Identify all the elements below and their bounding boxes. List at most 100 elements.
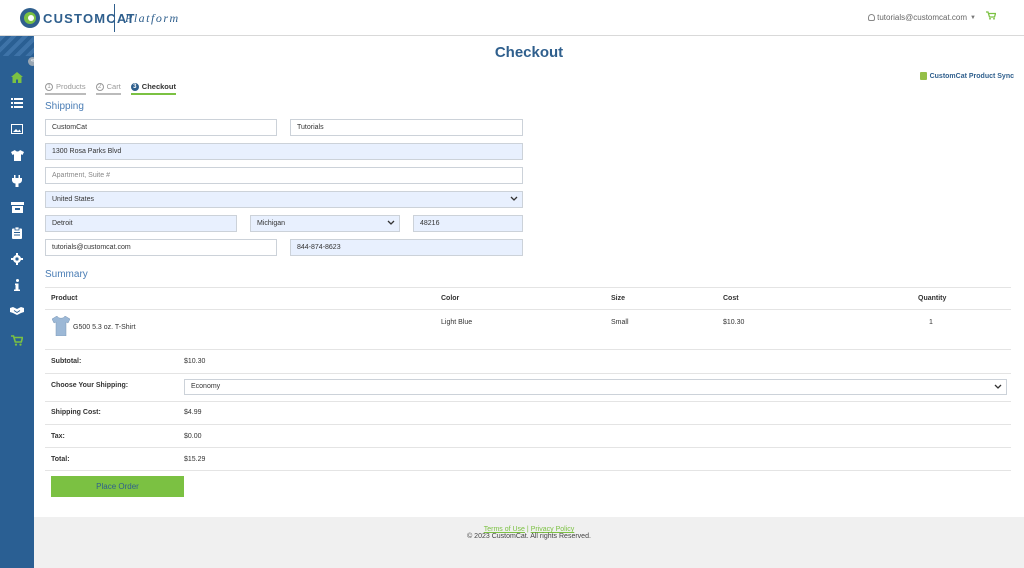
- checkout-steps: 1 Products 2 Cart 3 Checkout: [45, 82, 176, 95]
- address2-field[interactable]: Apartment, Suite #: [45, 167, 523, 184]
- step-products[interactable]: 1 Products: [45, 82, 86, 95]
- sidebar-item-list[interactable]: [0, 92, 34, 114]
- home-icon: [11, 71, 23, 83]
- gear-icon: [11, 253, 23, 265]
- country-select[interactable]: United States: [45, 191, 523, 208]
- top-header: CUSTOMCAT Platform tutorials@customcat.c…: [0, 0, 1024, 36]
- handshake-icon: [10, 306, 24, 315]
- sidebar-item-home[interactable]: [0, 66, 34, 88]
- zip-field[interactable]: 48216: [413, 215, 523, 232]
- address1-field[interactable]: 1300 Rosa Parks Blvd: [45, 143, 523, 160]
- chevron-down-icon: [994, 384, 1002, 389]
- city-field[interactable]: Detroit: [45, 215, 237, 232]
- total-label: Total:: [51, 456, 70, 463]
- sidebar-item-settings[interactable]: [0, 248, 34, 270]
- plug-icon: [12, 175, 22, 187]
- product-quantity: 1: [929, 319, 933, 326]
- step-number: 3: [130, 82, 139, 91]
- terms-link[interactable]: Terms of Use: [484, 526, 525, 533]
- subtotal-label: Subtotal:: [51, 358, 82, 365]
- shipping-cost-value: $4.99: [184, 409, 202, 416]
- product-cost: $10.30: [723, 319, 745, 326]
- step-checkout[interactable]: 3 Checkout: [130, 82, 176, 95]
- sidebar-stripe: [0, 36, 34, 56]
- user-email: tutorials@customcat.com: [877, 13, 968, 22]
- column-header-color: Color: [441, 295, 460, 302]
- state-select[interactable]: Michigan: [250, 215, 400, 232]
- product-color: Light Blue: [441, 319, 473, 326]
- product-sync-label: CustomCat Product Sync: [929, 72, 1014, 80]
- subtotal-row: Subtotal: $10.30: [45, 349, 1011, 373]
- column-header-cost: Cost: [723, 295, 739, 302]
- footer: Terms of Use | Privacy Policy © 2023 Cus…: [34, 517, 1024, 568]
- column-header-quantity: Quantity: [918, 295, 947, 302]
- clipboard-icon: [12, 227, 22, 239]
- first-name-field[interactable]: CustomCat: [45, 119, 277, 136]
- sidebar-item-store[interactable]: [0, 196, 34, 218]
- shipping-choice-label: Choose Your Shipping:: [51, 382, 129, 389]
- customcat-logo[interactable]: CUSTOMCAT: [20, 7, 136, 29]
- column-header-size: Size: [611, 295, 626, 302]
- shipping-cost-label: Shipping Cost:: [51, 409, 101, 416]
- shipping-title: Shipping: [45, 101, 84, 112]
- tax-label: Tax:: [51, 433, 65, 440]
- footer-links: Terms of Use | Privacy Policy: [34, 526, 1024, 533]
- country-value: United States: [52, 196, 95, 203]
- table-header-row: Product Color Size Cost Quantity: [45, 287, 1011, 309]
- step-label: Checkout: [141, 82, 176, 91]
- step-number: 2: [95, 82, 104, 91]
- chevron-down-icon: [387, 220, 395, 225]
- sidebar-item-integrations[interactable]: [0, 170, 34, 192]
- phone-field[interactable]: 844-874-8623: [290, 239, 523, 256]
- sidebar-item-cart[interactable]: [0, 329, 34, 351]
- summary-title: Summary: [45, 269, 88, 280]
- platform-label: Platform: [125, 11, 180, 25]
- product-sync-link[interactable]: CustomCat Product Sync: [919, 72, 1014, 80]
- step-number: 1: [45, 82, 53, 91]
- main-content: Checkout CustomCat Product Sync 1 Produc…: [34, 36, 1024, 517]
- product-size: Small: [611, 319, 629, 326]
- tshirt-thumbnail: [52, 316, 70, 336]
- sidebar-item-products[interactable]: [0, 144, 34, 166]
- state-value: Michigan: [257, 220, 286, 227]
- step-label: Cart: [106, 82, 121, 91]
- shipping-choice-row: Choose Your Shipping: Economy: [45, 373, 1011, 401]
- sidebar-item-orders[interactable]: [0, 222, 34, 244]
- cart-icon[interactable]: [986, 11, 997, 23]
- image-icon: [11, 124, 23, 134]
- sidebar-item-images[interactable]: [0, 118, 34, 140]
- info-icon: [14, 279, 20, 291]
- shipping-method-select[interactable]: Economy: [184, 379, 1007, 395]
- column-header-product: Product: [51, 295, 78, 302]
- last-name-field[interactable]: Tutorials: [290, 119, 523, 136]
- user-menu[interactable]: tutorials@customcat.com ▼: [868, 13, 976, 22]
- step-cart[interactable]: 2 Cart: [95, 82, 121, 95]
- copyright-text: © 2023 CustomCat. All rights Reserved.: [467, 533, 591, 540]
- shipping-cost-row: Shipping Cost: $4.99: [45, 401, 1011, 424]
- logo-divider: [114, 4, 115, 32]
- tax-row: Tax: $0.00: [45, 424, 1011, 447]
- privacy-link[interactable]: Privacy Policy: [531, 526, 575, 533]
- product-name: G500 5.3 oz. T-Shirt: [73, 324, 136, 331]
- email-field[interactable]: tutorials@customcat.com: [45, 239, 277, 256]
- tax-value: $0.00: [184, 433, 202, 440]
- place-order-button[interactable]: Place Order: [51, 476, 184, 497]
- footer-separator: |: [526, 526, 529, 533]
- chevron-down-icon: [510, 196, 518, 201]
- total-row: Total: $15.29: [45, 447, 1011, 471]
- subtotal-value: $10.30: [184, 358, 206, 365]
- sidebar: «: [0, 36, 37, 568]
- chevron-down-icon: ▼: [970, 14, 976, 21]
- shipping-method-value: Economy: [191, 383, 221, 390]
- page-title: Checkout: [494, 44, 564, 61]
- shopify-bag-icon: [919, 72, 927, 80]
- sidebar-item-info[interactable]: [0, 274, 34, 296]
- tshirt-icon: [10, 149, 24, 161]
- table-row: G500 5.3 oz. T-Shirt Light Blue Small $1…: [45, 309, 1011, 349]
- logo-mark-icon: [20, 8, 40, 28]
- cart-icon: [11, 334, 23, 346]
- sidebar-item-partners[interactable]: [0, 299, 34, 321]
- list-icon: [11, 98, 23, 108]
- step-label: Products: [56, 82, 86, 91]
- store-icon: [10, 201, 24, 213]
